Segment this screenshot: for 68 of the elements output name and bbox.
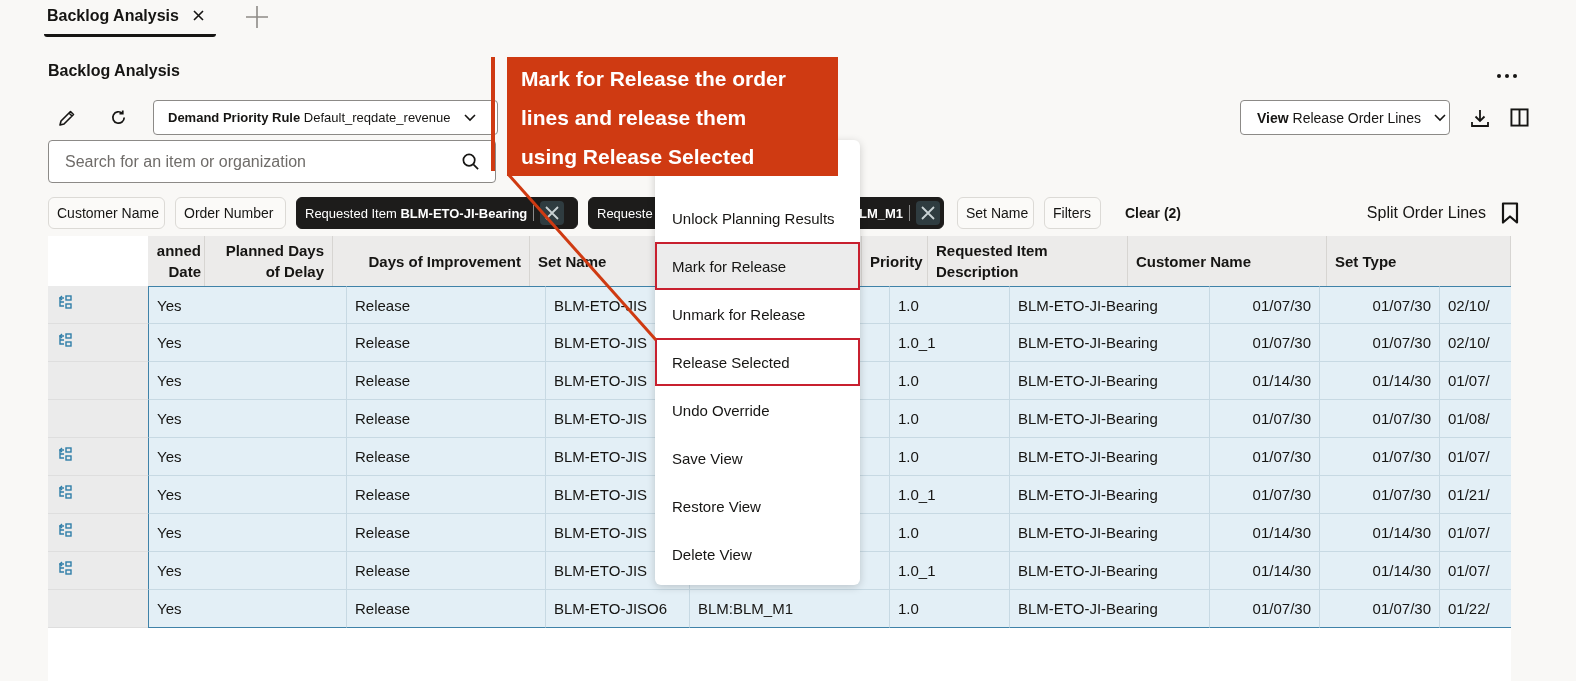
table-cell: BLM-ETO-JISO6 (546, 590, 690, 628)
table-cell: 01/07/30 (1210, 590, 1320, 628)
table-cell: 02/10/ (1440, 324, 1511, 362)
table-cell: 01/07/30 (1210, 286, 1320, 324)
table-cell: 01/14/30 (1210, 362, 1320, 400)
table-cell: 01/07/30 (1320, 476, 1440, 514)
table-cell: BLM-ETO-JI-Bearing (1010, 362, 1210, 400)
table-cell: 01/07/30 (1320, 324, 1440, 362)
table-cell: Yes (148, 362, 347, 400)
table-cell: Release (347, 476, 546, 514)
table-cell: Release (347, 590, 546, 628)
table-cell: Release (347, 438, 546, 476)
table-cell: Release (347, 362, 546, 400)
table-cell: Yes (148, 552, 347, 590)
table-cell: 01/14/30 (1210, 514, 1320, 552)
table-cell: 01/07/30 (1320, 438, 1440, 476)
table-cell: 01/14/30 (1210, 552, 1320, 590)
table-cell: 01/07/ (1440, 552, 1511, 590)
table-cell: Release (347, 286, 546, 324)
table-cell: Yes (148, 438, 347, 476)
table-cell: 01/07/30 (1320, 590, 1440, 628)
table-cell: 1.0 (890, 438, 1010, 476)
table-cell: 01/07/30 (1320, 286, 1440, 324)
table-cell: 01/22/ (1440, 590, 1511, 628)
table-cell: 01/07/30 (1210, 438, 1320, 476)
table-cell: 1.0 (890, 362, 1010, 400)
table-cell: 02/10/ (1440, 286, 1511, 324)
table-cell: 01/07/30 (1210, 400, 1320, 438)
table-cell: BLM-ETO-JI-Bearing (1010, 400, 1210, 438)
table-cell: BLM-ETO-JI-Bearing (1010, 324, 1210, 362)
table-cell: BLM-ETO-JI-Bearing (1010, 590, 1210, 628)
table-cell: Yes (148, 324, 347, 362)
table-cell: Yes (148, 400, 347, 438)
table-cell: 1.0 (890, 400, 1010, 438)
table-cell: BLM-ETO-JI-Bearing (1010, 438, 1210, 476)
table-cell: 1.0 (890, 590, 1010, 628)
table-cell: Release (347, 324, 546, 362)
table-cell: Release (347, 400, 546, 438)
table-cell: BLM-ETO-JI-Bearing (1010, 286, 1210, 324)
table-cell: 1.0_1 (890, 552, 1010, 590)
table-cell: 01/14/30 (1320, 514, 1440, 552)
table-cell: 01/07/ (1440, 514, 1511, 552)
split-order-lines-label: Split Order Lines (1366, 204, 1486, 222)
table-cell: 1.0_1 (890, 324, 1010, 362)
table-cell: 01/21/ (1440, 476, 1511, 514)
table-cell: Yes (148, 514, 347, 552)
table-cell: 1.0 (890, 514, 1010, 552)
table-cell: 1.0 (890, 286, 1010, 324)
table-cell: 01/07/30 (1210, 476, 1320, 514)
table-cell: 01/07/ (1440, 438, 1511, 476)
table-cell: 01/14/30 (1320, 552, 1440, 590)
table-cell: 1.0_1 (890, 476, 1010, 514)
table-cell: 01/08/ (1440, 400, 1511, 438)
table-cell: 01/14/30 (1320, 362, 1440, 400)
table-cell: BLM-ETO-JI-Bearing (1010, 476, 1210, 514)
table-cell: Yes (148, 476, 347, 514)
table-cell: BLM-ETO-JI-Bearing (1010, 552, 1210, 590)
table-cell: Yes (148, 590, 347, 628)
table-cell: 01/07/30 (1210, 324, 1320, 362)
table-cell: Release (347, 552, 546, 590)
table-cell: BLM:BLM_M1 (690, 590, 890, 628)
table-cell: BLM-ETO-JI-Bearing (1010, 514, 1210, 552)
table-cell: 01/07/30 (1320, 400, 1440, 438)
table-cell: Release (347, 514, 546, 552)
table-cell: Yes (148, 286, 347, 324)
page-title: Backlog Analysis (48, 62, 180, 80)
table-cell: 01/07/ (1440, 362, 1511, 400)
callout-note: Mark for Release the order lines and release them using Release Selected (507, 57, 838, 176)
